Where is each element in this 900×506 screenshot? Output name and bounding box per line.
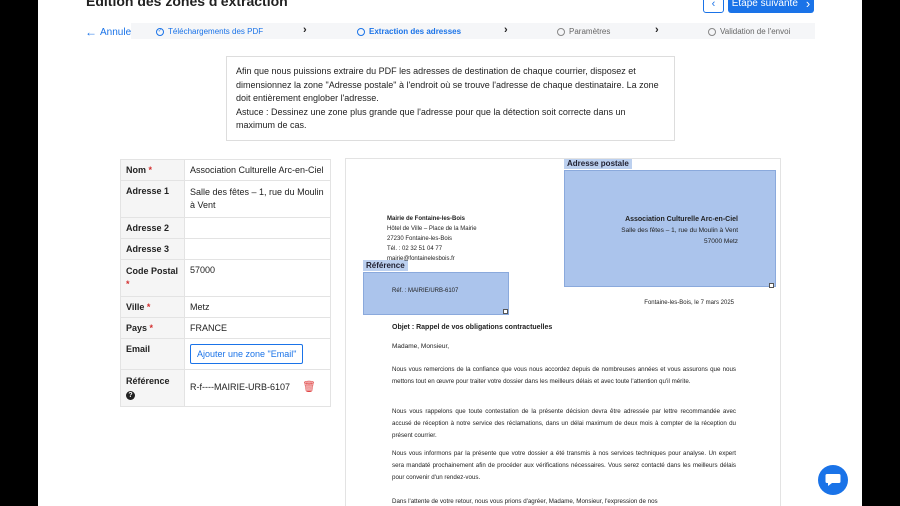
field-value-pays: FRANCE [184, 317, 331, 339]
next-step-label: Étape suivante [731, 0, 798, 9]
editor-page: Édition des zones d'extraction ‹ Étape s… [38, 0, 862, 506]
chat-icon [825, 474, 841, 486]
required-mark: * [149, 323, 154, 333]
circle-icon [708, 27, 716, 36]
field-row-code-postal: Code Postal * 57000 [120, 259, 331, 297]
sender-name: Mairie de Fontaine-les-Bois [387, 216, 466, 222]
add-email-zone-button[interactable]: Ajouter une zone "Email" [190, 344, 304, 364]
arrow-left-icon: ← [85, 25, 97, 39]
field-label: Référence [126, 376, 170, 386]
field-label: Adresse 3 [120, 238, 185, 260]
step-validation[interactable]: Validation de l'envoi [708, 27, 790, 36]
sender-line: Hôtel de Ville – Place de la Mairie [387, 226, 477, 232]
step-upload[interactable]: ✓ Téléchargements des PDF [156, 27, 263, 36]
field-value-adresse1: Salle des fêtes – 1, rue du Moulin à Ven… [184, 180, 331, 218]
circle-icon [357, 27, 365, 36]
recipient-name: Association Culturelle Arc-en-Ciel [625, 216, 738, 223]
field-row-nom: Nom * Association Culturelle Arc-en-Ciel [120, 159, 331, 181]
field-value-code-postal: 57000 [184, 259, 331, 297]
step-label: Extraction des adresses [369, 27, 462, 36]
chevron-right-icon: › [504, 24, 508, 36]
resize-handle[interactable] [503, 309, 508, 314]
date-line: Fontaine-les-Bois, le 7 mars 2025 [644, 300, 734, 306]
field-label: Email [120, 338, 185, 370]
progress-stepper: ✓ Téléchargements des PDF › Extraction d… [131, 23, 815, 39]
step-extraction[interactable]: Extraction des adresses [357, 27, 461, 36]
check-circle-icon: ✓ [156, 27, 164, 36]
field-label: Adresse 1 [120, 180, 185, 218]
trash-icon[interactable]: 🗑 [302, 380, 316, 393]
step-parameters[interactable]: Paramètres [557, 27, 610, 36]
field-label: Adresse 2 [120, 217, 185, 239]
required-mark: * [126, 279, 130, 289]
chevron-left-icon: ‹ [711, 0, 716, 10]
instructions-tip: Astuce : Dessinez une zone plus grande q… [236, 106, 626, 131]
field-value-reference: R-f----MAIRIE-URB-6107 [190, 381, 291, 392]
field-row-reference: Référence? R-f----MAIRIE-URB-6107 🗑 [120, 369, 331, 407]
field-value-nom: Association Culturelle Arc-en-Ciel [184, 159, 331, 181]
extracted-fields-table: Nom * Association Culturelle Arc-en-Ciel… [120, 159, 331, 407]
recipient-line: Salle des fêtes – 1, rue du Moulin à Ven… [621, 227, 738, 234]
sender-line: mairie@fontainelesbois.fr [387, 256, 455, 262]
field-row-ville: Ville * Metz [120, 296, 331, 318]
letter-paragraph: Nous vous rappelons que toute contestati… [392, 408, 736, 439]
cancel-link[interactable]: ← Annuler [85, 25, 134, 39]
chat-button[interactable] [818, 465, 848, 495]
reference-line: Réf. : MAIRIE/URB-6107 [392, 288, 459, 294]
step-label: Validation de l'envoi [720, 27, 791, 36]
step-label: Téléchargements des PDF [168, 27, 264, 36]
required-mark: * [148, 165, 153, 175]
subject-line: Objet : Rappel de vos obligations contra… [392, 324, 553, 331]
greeting: Madame, Monsieur, [392, 343, 450, 350]
field-row-adresse2: Adresse 2 [120, 217, 331, 239]
field-value-ville: Metz [184, 296, 331, 318]
field-label: Pays [126, 323, 148, 333]
field-value-adresse3 [184, 238, 331, 260]
field-label: Ville [126, 302, 145, 312]
question-circle-icon[interactable]: ? [126, 391, 135, 400]
sender-line: 27230 Fontaine-les-Bois [387, 236, 453, 242]
field-row-adresse1: Adresse 1 Salle des fêtes – 1, rue du Mo… [120, 180, 331, 218]
instructions-text: Afin que nous puissions extraire du PDF … [236, 66, 659, 103]
letter-paragraph: Nous vous remercions de la confiance que… [392, 366, 736, 385]
sender-line: Tél. : 02 32 51 04 77 [387, 246, 443, 252]
previous-step-button[interactable]: ‹ [703, 0, 724, 13]
field-row-pays: Pays * FRANCE [120, 317, 331, 339]
step-label: Paramètres [569, 27, 611, 36]
field-label: Nom [126, 165, 146, 175]
field-row-email: Email Ajouter une zone "Email" [120, 338, 331, 370]
pdf-preview[interactable]: Adresse postale Référence Mairie de Font… [345, 158, 781, 506]
next-step-button[interactable]: Étape suivante › [728, 0, 814, 13]
chevron-right-icon: › [805, 0, 811, 11]
chevron-right-icon: › [303, 24, 307, 36]
circle-icon [557, 27, 565, 36]
cancel-label: Annuler [100, 26, 135, 38]
resize-handle[interactable] [769, 283, 774, 288]
letter-paragraph: Nous vous informons par la présente que … [392, 450, 736, 481]
chevron-right-icon: › [655, 24, 659, 36]
required-mark: * [146, 302, 151, 312]
recipient-line: 57000 Metz [704, 238, 738, 245]
address-zone-label: Adresse postale [564, 159, 632, 169]
field-value-adresse2 [184, 217, 331, 239]
field-row-adresse3: Adresse 3 [120, 238, 331, 260]
instructions-box: Afin que nous puissions extraire du PDF … [226, 56, 675, 141]
letter-paragraph: Dans l'attente de votre retour, nous vou… [392, 498, 658, 505]
field-label: Code Postal [126, 266, 179, 276]
page-title: Édition des zones d'extraction [86, 0, 288, 9]
